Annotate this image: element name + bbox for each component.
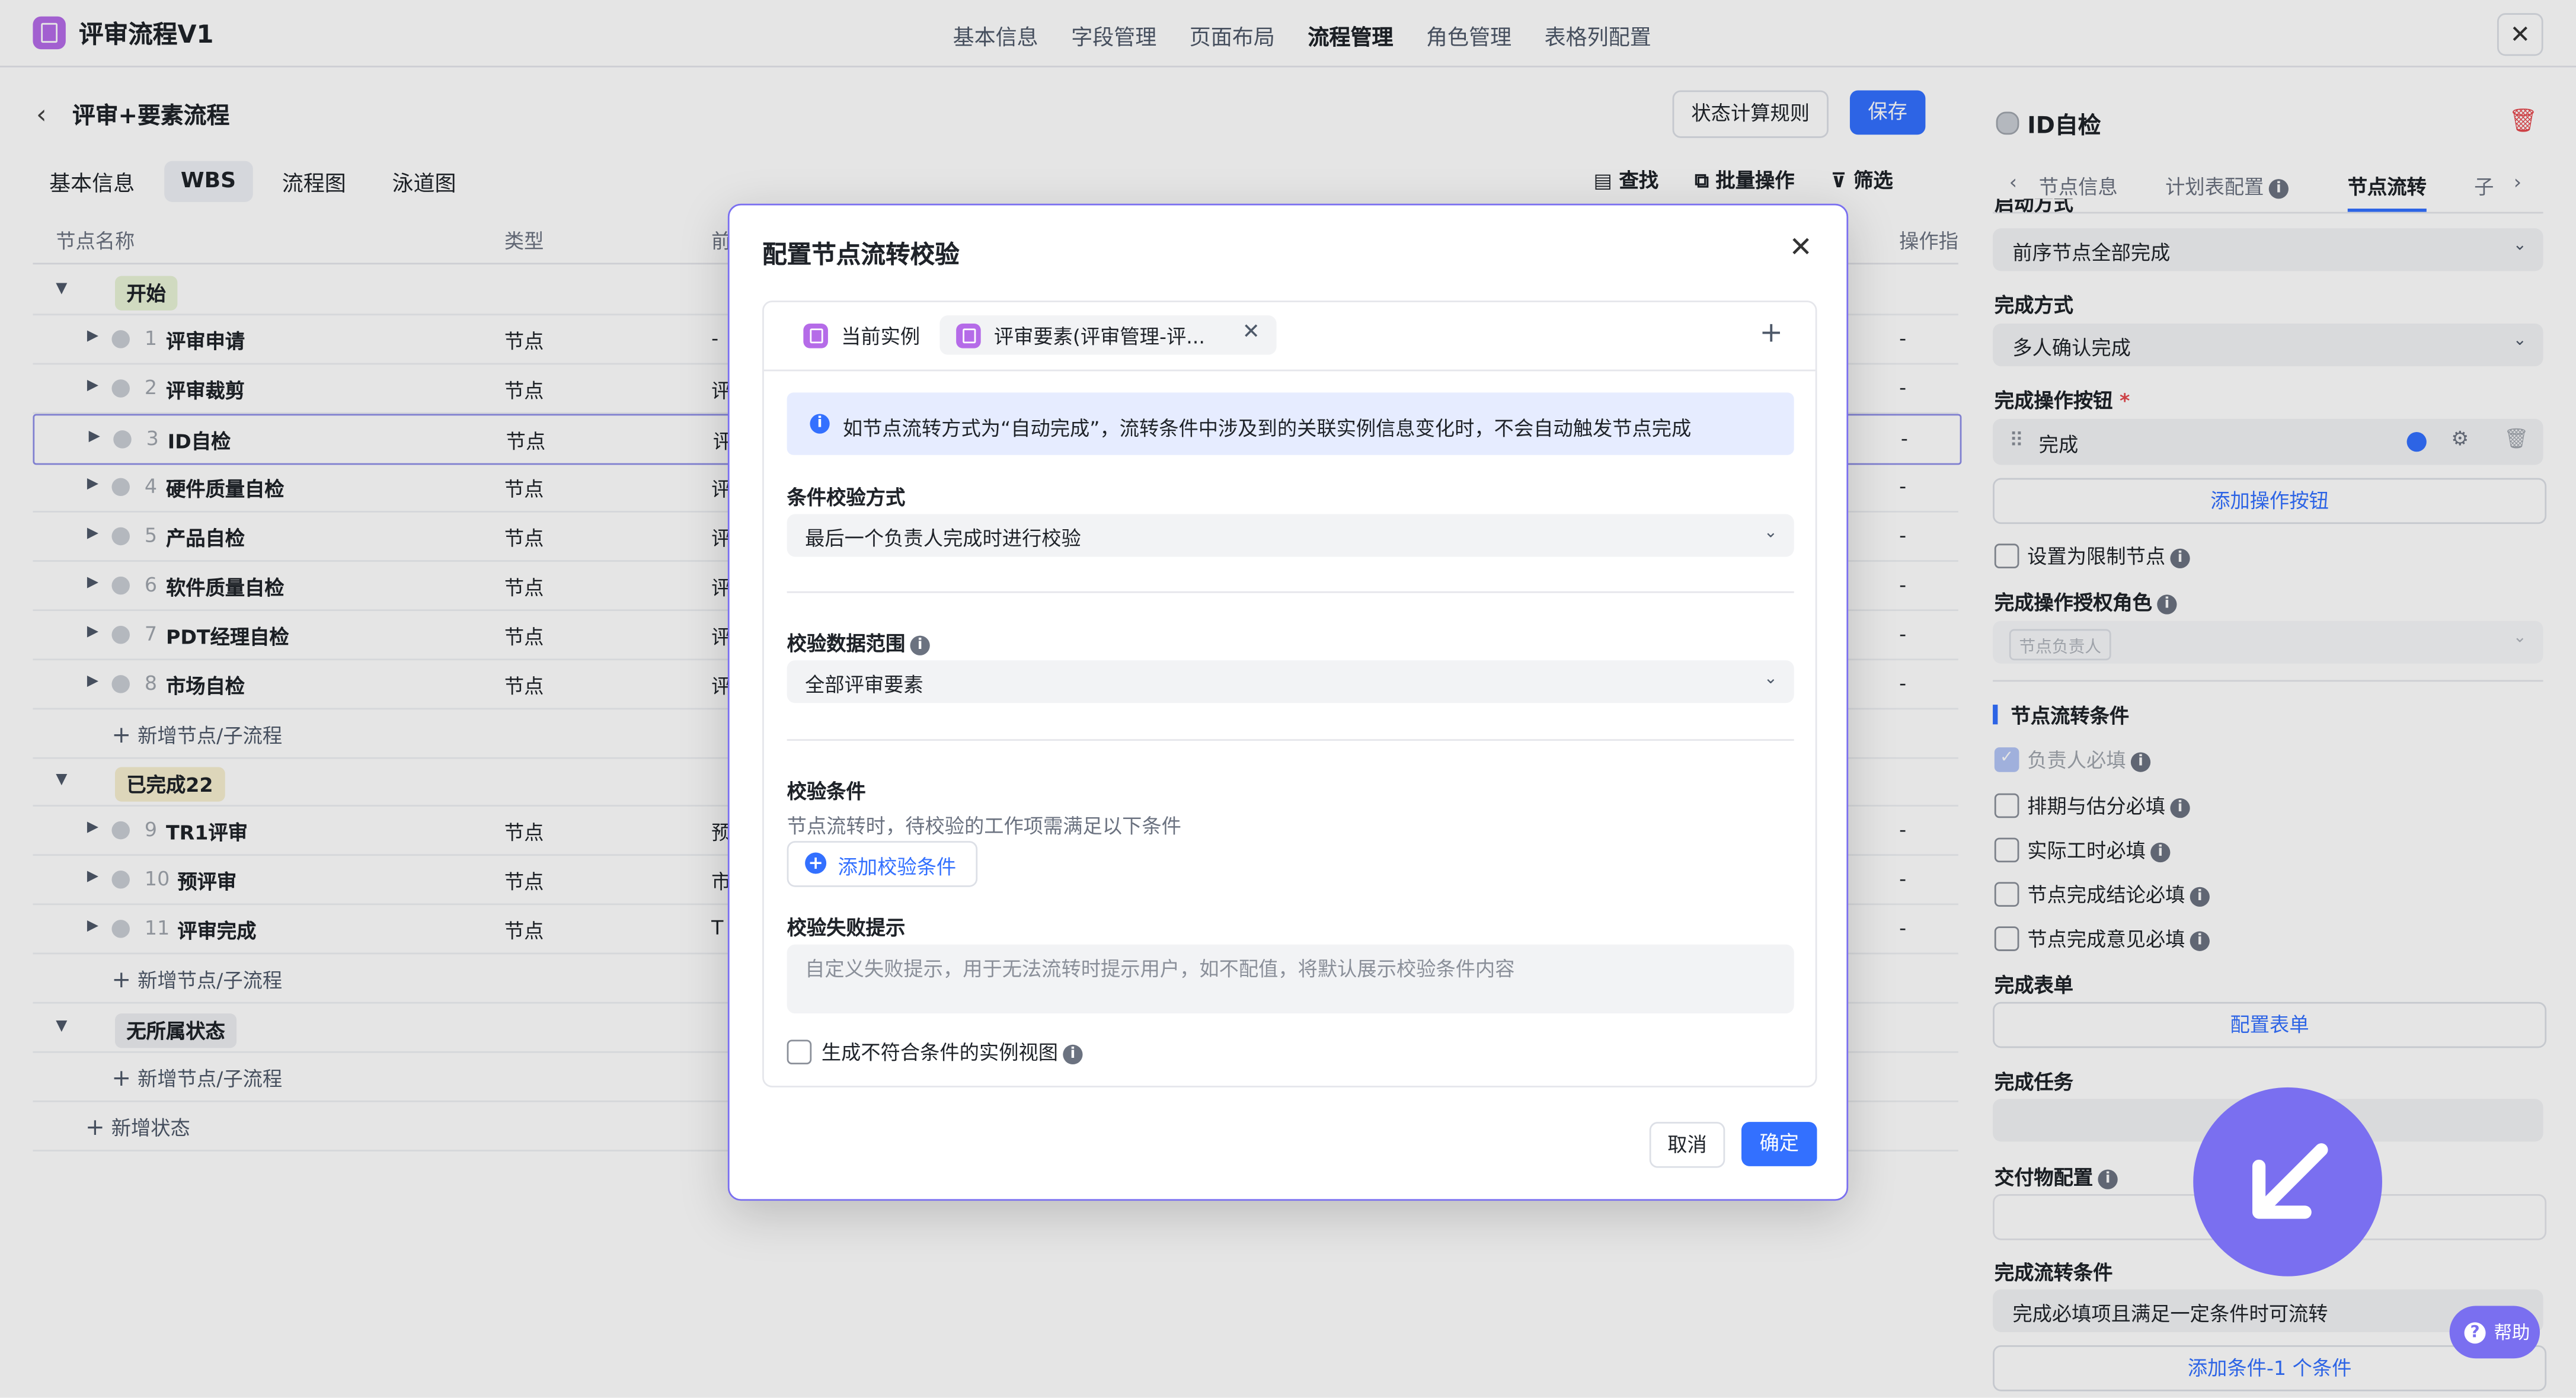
tab-divider <box>763 369 1816 372</box>
tab-close-icon[interactable]: ✕ <box>1242 320 1260 345</box>
info-icon: i <box>910 635 930 655</box>
modal-title: 配置节点流转校验 <box>762 239 960 270</box>
info-banner: i 如节点流转方式为“自动完成”，流转条件中涉及到的关联实例信息变化时，不会自动… <box>787 392 1794 455</box>
tab-current-label: 当前实例 <box>841 324 921 348</box>
add-tab-icon[interactable]: + <box>1759 317 1782 350</box>
chevron-down-icon: ⌄ <box>1763 524 1778 542</box>
add-cond-button[interactable]: + 添加校验条件 <box>787 841 978 887</box>
confirm-button[interactable]: 确定 <box>1741 1122 1817 1166</box>
check-mode-select[interactable]: 最后一个负责人完成时进行校验 ⌄ <box>787 514 1794 557</box>
divider <box>787 739 1794 741</box>
gen-view-label: 生成不符合条件的实例视图 i <box>822 1038 1083 1066</box>
info-banner-text: 如节点流转方式为“自动完成”，流转条件中涉及到的关联实例信息变化时，不会自动触发… <box>842 417 1692 440</box>
cond-label: 校验条件 <box>787 780 866 804</box>
tab-current-instance[interactable]: 当前实例 <box>787 315 937 355</box>
modal-dialog: 配置节点流转校验 ✕ 当前实例 评审要素(评审管理-评... ✕ + i 如节点… <box>727 203 1849 1201</box>
info-icon: i <box>810 414 830 434</box>
cond-desc: 节点流转时，待校验的工作项需满足以下条件 <box>787 814 1181 838</box>
plus-circle-icon: + <box>805 852 827 874</box>
scope-select[interactable]: 全部评审要素 ⌄ <box>787 660 1794 703</box>
help-icon: ? <box>2464 1321 2486 1343</box>
check-mode-label: 条件校验方式 <box>787 486 906 510</box>
help-label: 帮助 <box>2494 1322 2530 1344</box>
info-icon: i <box>1063 1044 1083 1064</box>
bookmark-icon <box>956 322 981 348</box>
modal-close-icon[interactable]: ✕ <box>1789 232 1812 264</box>
help-button[interactable]: ? 帮助 <box>2449 1306 2540 1359</box>
chevron-down-icon: ⌄ <box>1763 670 1778 689</box>
modal-inner-card: 当前实例 评审要素(评审管理-评... ✕ + i 如节点流转方式为“自动完成”… <box>762 300 1817 1087</box>
tab-element-label: 评审要素(评审管理-评... <box>993 324 1205 348</box>
arrow-down-left-icon <box>2252 1143 2328 1219</box>
add-cond-label: 添加校验条件 <box>838 856 957 879</box>
scope-label-text: 校验数据范围 <box>787 632 906 655</box>
scope-value: 全部评审要素 <box>805 673 923 697</box>
divider <box>787 591 1794 593</box>
fail-placeholder: 自定义失败提示，用于无法流转时提示用户，如不配值，将默认展示校验条件内容 <box>805 957 1515 981</box>
app-root: 评审流程V1 基本信息 字段管理 页面布局 流程管理 角色管理 表格列配置 ✕ … <box>0 0 2576 1398</box>
tab-review-element[interactable]: 评审要素(评审管理-评... ✕ <box>939 315 1277 355</box>
gen-view-text: 生成不符合条件的实例视图 <box>821 1041 1059 1065</box>
check-mode-value: 最后一个负责人完成时进行校验 <box>805 527 1081 551</box>
fail-textarea[interactable]: 自定义失败提示，用于无法流转时提示用户，如不配值，将默认展示校验条件内容 <box>787 944 1794 1014</box>
fail-label: 校验失败提示 <box>787 916 906 940</box>
bookmark-icon <box>803 322 828 348</box>
cancel-button[interactable]: 取消 <box>1649 1122 1725 1168</box>
scope-label: 校验数据范围 i <box>787 629 930 657</box>
collapse-arrow-button[interactable] <box>2193 1087 2382 1277</box>
gen-view-checkbox[interactable] <box>787 1039 812 1065</box>
